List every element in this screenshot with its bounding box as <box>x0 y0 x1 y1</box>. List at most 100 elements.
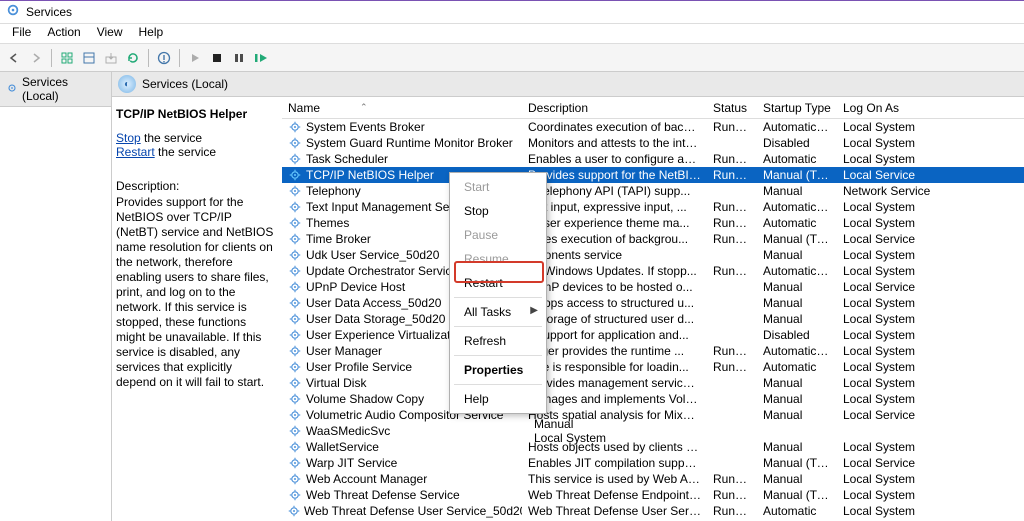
play-icon[interactable] <box>185 48 205 68</box>
col-description[interactable]: Description <box>522 101 707 115</box>
table-row[interactable]: User Data Access_50d20s apps access to s… <box>282 295 1024 311</box>
table-row[interactable]: Warp JIT ServiceEnables JIT compilation … <box>282 455 1024 471</box>
table-row[interactable]: User Profile Servicevice is responsible … <box>282 359 1024 375</box>
menubar: File Action View Help <box>0 24 1024 44</box>
gear-icon <box>288 280 302 294</box>
col-status[interactable]: Status <box>707 101 757 115</box>
table-row[interactable]: Text Input Management Servi text input, e… <box>282 199 1024 215</box>
service-status: Running <box>707 264 757 278</box>
service-status: Running <box>707 200 757 214</box>
service-startup: Manual <box>757 408 837 422</box>
service-startup: Manual (Trig... <box>757 488 837 502</box>
export-icon[interactable] <box>101 48 121 68</box>
table-row[interactable]: Themess user experience theme ma...Runni… <box>282 215 1024 231</box>
gear-icon <box>288 296 302 310</box>
help-icon[interactable] <box>154 48 174 68</box>
service-desc: Manages and implements Volume S... <box>522 392 707 406</box>
gear-icon <box>288 424 302 438</box>
menu-help[interactable]: Help <box>131 24 172 43</box>
right-header: ◐ Services (Local) <box>112 72 1024 97</box>
cm-refresh[interactable]: Refresh <box>450 329 546 353</box>
service-logon: Local System <box>837 264 937 278</box>
gear-icon <box>288 168 302 182</box>
service-logon: Local System <box>837 136 937 150</box>
service-desc: s user experience theme ma... <box>522 216 707 230</box>
col-startup[interactable]: Startup Type <box>757 101 837 115</box>
service-name: UPnP Device Host <box>306 280 405 294</box>
list-body: System Events BrokerCoordinates executio… <box>282 119 1024 519</box>
content: TCP/IP NetBIOS Helper Stop the service R… <box>112 97 1024 521</box>
service-startup: Manual <box>757 280 837 294</box>
menu-file[interactable]: File <box>4 24 39 43</box>
cm-restart[interactable]: Restart <box>450 271 546 295</box>
table-row[interactable]: Web Account ManagerThis service is used … <box>282 471 1024 487</box>
gear-icon <box>288 232 302 246</box>
service-desc: text input, expressive input, ... <box>522 200 707 214</box>
service-name: Text Input Management Servi <box>306 200 462 214</box>
service-logon: Local System <box>837 216 937 230</box>
service-startup: Manual <box>757 312 837 326</box>
table-row[interactable]: Udk User Service_50d20mponents serviceMa… <box>282 247 1024 263</box>
service-startup: Automatic (T... <box>757 120 837 134</box>
service-name: Web Threat Defense User Service_50d20 <box>304 504 522 518</box>
menu-action[interactable]: Action <box>39 24 88 43</box>
gear-icon <box>288 312 302 326</box>
table-row[interactable]: Virtual DiskProvides management services… <box>282 375 1024 391</box>
service-startup: Manual (Trig... <box>757 168 837 182</box>
tile-icon[interactable] <box>57 48 77 68</box>
service-logon: Local Service <box>837 456 937 470</box>
service-desc: Provides support for the NetBIOS ov... <box>522 168 707 182</box>
table-row[interactable]: User Data Storage_50d20s storage of stru… <box>282 311 1024 327</box>
cm-properties[interactable]: Properties <box>450 358 546 382</box>
restart-icon[interactable] <box>251 48 271 68</box>
service-startup: Automatic <box>757 360 837 374</box>
table-row[interactable]: UPnP Device HostUPnP devices to be hoste… <box>282 279 1024 295</box>
service-logon: Local Service <box>837 408 937 422</box>
table-row[interactable]: User Experience Virtualizations support … <box>282 327 1024 343</box>
service-logon: Local System <box>837 152 937 166</box>
table-row[interactable]: WaaSMedicSvcManualLocal System <box>282 423 1024 439</box>
forward-icon[interactable] <box>26 48 46 68</box>
table-row[interactable]: WalletServiceHosts objects used by clien… <box>282 439 1024 455</box>
restart-link[interactable]: Restart <box>116 145 155 159</box>
gear-icon <box>6 82 18 97</box>
table-row[interactable]: Telephonys Telephony API (TAPI) supp...M… <box>282 183 1024 199</box>
table-row[interactable]: System Events BrokerCoordinates executio… <box>282 119 1024 135</box>
props-icon[interactable] <box>79 48 99 68</box>
info-restart-line: Restart the service <box>116 145 274 159</box>
stop-icon[interactable] <box>207 48 227 68</box>
table-row[interactable]: Update Orchestrator Servicees Windows Up… <box>282 263 1024 279</box>
table-row[interactable]: Web Threat Defense ServiceWeb Threat Def… <box>282 487 1024 503</box>
table-row[interactable]: TCP/IP NetBIOS HelperProvides support fo… <box>282 167 1024 183</box>
table-row[interactable]: System Guard Runtime Monitor BrokerMonit… <box>282 135 1024 151</box>
cm-resume: Resume <box>450 247 546 271</box>
gear-icon <box>288 120 302 134</box>
cm-stop[interactable]: Stop <box>450 199 546 223</box>
service-desc: Coordinates execution of backgrou... <box>522 120 707 134</box>
refresh-icon[interactable] <box>123 48 143 68</box>
cm-pause: Pause <box>450 223 546 247</box>
col-name[interactable]: Name⌃ <box>282 101 522 115</box>
col-logon[interactable]: Log On As <box>837 101 937 115</box>
tree-root[interactable]: Services (Local) <box>0 72 111 107</box>
stop-link[interactable]: Stop <box>116 131 141 145</box>
info-panel: TCP/IP NetBIOS Helper Stop the service R… <box>112 97 282 521</box>
table-row[interactable]: Volume Shadow CopyManages and implements… <box>282 391 1024 407</box>
pause-icon[interactable] <box>229 48 249 68</box>
table-row[interactable]: Time Brokernates execution of backgrou..… <box>282 231 1024 247</box>
table-row[interactable]: User Managernager provides the runtime .… <box>282 343 1024 359</box>
service-name: User Data Access_50d20 <box>306 296 441 310</box>
table-row[interactable]: Task SchedulerEnables a user to configur… <box>282 151 1024 167</box>
table-row[interactable]: Web Threat Defense User Service_50d20Web… <box>282 503 1024 519</box>
service-logon: Local System <box>837 344 937 358</box>
menu-view[interactable]: View <box>89 24 131 43</box>
service-name: User Experience Virtualization <box>306 328 467 342</box>
cm-help[interactable]: Help <box>450 387 546 411</box>
service-startup: Manual <box>757 376 837 390</box>
service-startup: Automatic <box>757 216 837 230</box>
back-icon[interactable] <box>4 48 24 68</box>
cm-all-tasks[interactable]: All Tasks▶ <box>450 300 546 324</box>
service-status: Running <box>707 232 757 246</box>
service-startup: Disabled <box>757 328 837 342</box>
service-desc: nates execution of backgrou... <box>522 232 707 246</box>
